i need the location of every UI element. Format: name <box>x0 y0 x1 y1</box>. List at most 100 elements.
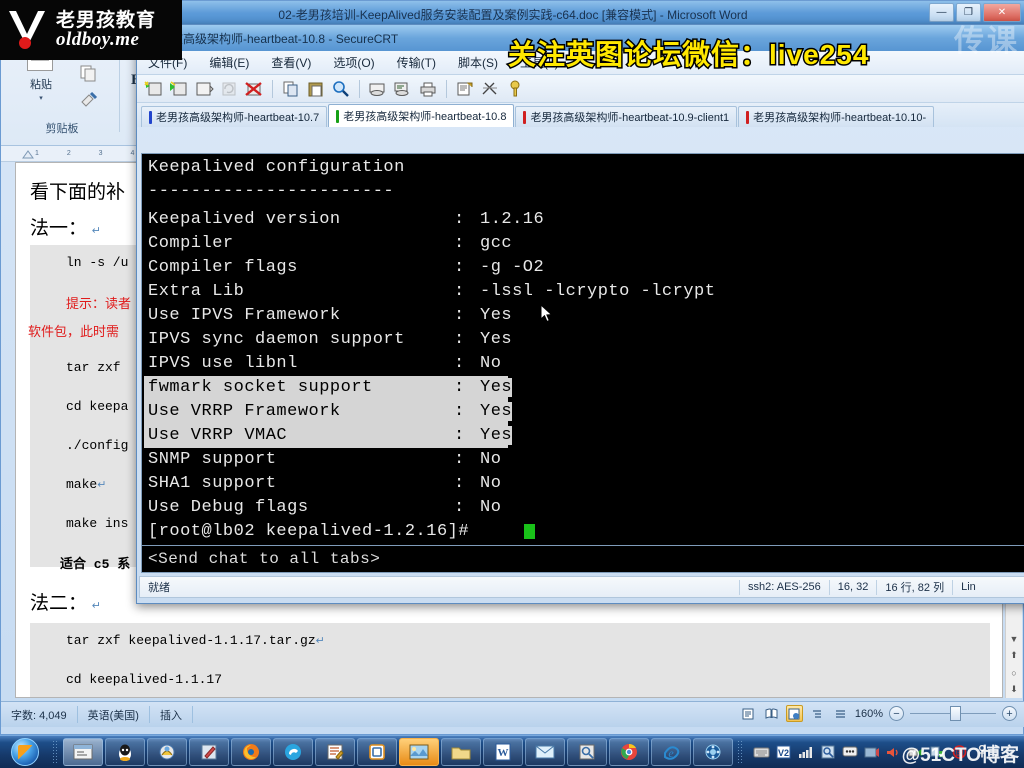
taskbar-browser-button[interactable] <box>273 738 313 766</box>
windows-taskbar: W e V2 国 @51CTO博客 <box>0 735 1024 768</box>
copy-icon[interactable] <box>280 78 302 99</box>
keyboard-icon[interactable] <box>753 744 770 761</box>
terminal-row-value: gcc <box>480 234 513 253</box>
securecrt-statusbar: 就绪 ssh2: AES-256 16, 32 16 行, 82 列 Lin <box>139 576 1024 598</box>
insert-mode-indicator[interactable]: 插入 <box>150 706 193 723</box>
taskbar-ie-button[interactable]: e <box>651 738 691 766</box>
view-draft-button[interactable] <box>832 705 849 722</box>
chat-icon[interactable] <box>841 744 858 761</box>
connect-local-shell-icon[interactable] <box>193 78 215 99</box>
send-chat-bar[interactable]: <Send chat to all tabs> <box>141 545 1024 573</box>
doc-code-line: make ins <box>66 516 129 531</box>
zoom-slider-thumb[interactable] <box>950 706 961 721</box>
status-ready: 就绪 <box>140 579 740 595</box>
terminal-row-label: IPVS sync daemon support <box>148 330 405 349</box>
toolbar-separator <box>446 79 447 98</box>
log-session-icon[interactable] <box>392 78 414 99</box>
word-count[interactable]: 字数: 4,049 <box>1 706 78 723</box>
terminal-header: Keepalived configuration <box>148 158 405 177</box>
language-indicator[interactable]: 英语(美国) <box>78 706 150 723</box>
tab-label: 老男孩高级架构师-heartbeat-10.7 <box>156 112 320 124</box>
restore-button[interactable]: ❐ <box>956 3 981 22</box>
menu-options[interactable]: 选项(O) <box>322 52 385 73</box>
find-icon[interactable] <box>330 78 352 99</box>
pilcrow-icon: ↵ <box>91 600 101 612</box>
start-button[interactable] <box>1 737 49 767</box>
zoom-percent[interactable]: 160% <box>855 708 883 720</box>
menu-transfer[interactable]: 传输(T) <box>386 52 447 73</box>
view-full-screen-reading-button[interactable] <box>763 705 780 722</box>
taskbar-xshell-button[interactable] <box>147 738 187 766</box>
format-painter-icon[interactable] <box>79 90 99 110</box>
zoom-slider[interactable] <box>910 706 996 721</box>
menu-script[interactable]: 脚本(S) <box>447 52 509 73</box>
key-icon[interactable] <box>504 78 526 99</box>
view-print-layout-button[interactable] <box>740 705 757 722</box>
taskbar-mail-button[interactable] <box>525 738 565 766</box>
signal-icon[interactable] <box>797 744 814 761</box>
terminal-row-value: Yes <box>480 402 513 421</box>
paste-icon[interactable] <box>305 78 327 99</box>
terminal-prompt: [root@lb02 keepalived-1.2.16]# <box>148 522 470 541</box>
transfer-icon[interactable] <box>479 78 501 99</box>
capture-icon[interactable] <box>863 744 880 761</box>
taskbar-player-button[interactable] <box>693 738 733 766</box>
taskbar-word-button[interactable]: W <box>483 738 523 766</box>
close-button[interactable]: ✕ <box>983 3 1021 22</box>
minimize-button[interactable]: — <box>929 3 954 22</box>
doc-code-text: make <box>66 477 98 492</box>
volume-icon[interactable] <box>885 744 902 761</box>
copy-icon[interactable] <box>79 64 99 84</box>
terminal-row-sep: : <box>454 234 465 253</box>
terminal-row-value: -lssl -lcrypto -lcrypt <box>480 282 716 301</box>
terminal-row-sep: : <box>454 330 465 349</box>
zoom-in-button[interactable]: + <box>1002 706 1017 721</box>
securecrt-toolbar <box>137 75 1024 103</box>
51cto-watermark: @51CTO博客 <box>901 745 1019 766</box>
taskbar-chrome-button[interactable] <box>609 738 649 766</box>
print-screen-icon[interactable] <box>367 78 389 99</box>
taskbar-search-button[interactable] <box>567 738 607 766</box>
terminal-row-value: No <box>480 450 502 469</box>
taskbar-putty-button[interactable] <box>105 738 145 766</box>
taskbar-explorer-button[interactable] <box>441 738 481 766</box>
doc-code-line: 适合 c5 系 <box>60 557 131 572</box>
taskbar-firefox-button[interactable] <box>231 738 271 766</box>
print-icon[interactable] <box>417 78 439 99</box>
taskbar-notepad-button[interactable] <box>315 738 355 766</box>
new-session-icon[interactable] <box>143 78 165 99</box>
disconnect-icon[interactable] <box>243 78 265 99</box>
connect-session-icon[interactable] <box>168 78 190 99</box>
tab-heartbeat-10-10[interactable]: 老男孩高级架构师-heartbeat-10.10- <box>738 106 935 127</box>
terminal-rule: ----------------------- <box>148 182 395 201</box>
view-web-layout-button[interactable] <box>785 705 803 722</box>
tab-heartbeat-10-7[interactable]: 老男孩高级架构师-heartbeat-10.7 <box>141 106 328 127</box>
tab-heartbeat-10-9-client1[interactable]: 老男孩高级架构师-heartbeat-10.9-client1 <box>515 106 738 127</box>
tab-heartbeat-10-8[interactable]: 老男孩高级架构师-heartbeat-10.8 <box>328 104 515 127</box>
zoom-out-button[interactable]: − <box>889 706 904 721</box>
reconnect-icon[interactable] <box>218 78 240 99</box>
taskbar-media-button[interactable] <box>399 738 439 766</box>
v2-icon[interactable]: V2 <box>775 744 792 761</box>
session-options-icon[interactable] <box>454 78 476 99</box>
taskbar-editor-button[interactable] <box>189 738 229 766</box>
oldboy-logo-icon <box>5 7 51 53</box>
search-icon[interactable] <box>819 744 836 761</box>
menu-view[interactable]: 查看(V) <box>260 52 322 73</box>
next-page-icon[interactable]: ⬇ <box>1007 681 1022 698</box>
taskbar-grip[interactable] <box>52 740 59 764</box>
select-browse-object-icon[interactable]: ○ <box>1007 664 1022 681</box>
scroll-down-arrow-icon[interactable]: ▼ <box>1007 630 1022 647</box>
svg-text:e: e <box>668 746 674 760</box>
taskbar-securecrt-button[interactable] <box>63 738 103 766</box>
tray-grip[interactable] <box>737 740 744 764</box>
terminal-output[interactable]: Keepalived configuration ---------------… <box>141 153 1024 553</box>
menu-edit[interactable]: 编辑(E) <box>198 52 260 73</box>
svg-text:W: W <box>498 747 509 759</box>
paste-dropdown-icon[interactable]: ▾ <box>39 94 43 102</box>
terminal-row-sep: : <box>454 306 465 325</box>
terminal-row-value: Yes <box>480 426 513 445</box>
previous-page-icon[interactable]: ⬆ <box>1007 647 1022 664</box>
taskbar-vmware-button[interactable] <box>357 738 397 766</box>
view-outline-button[interactable] <box>809 705 826 722</box>
